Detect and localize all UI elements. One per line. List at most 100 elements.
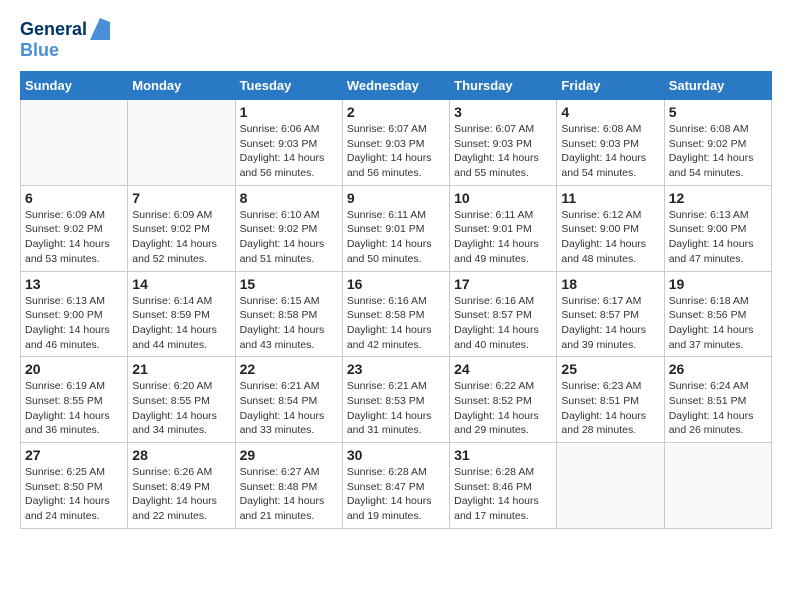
calendar-cell: 13 Sunrise: 6:13 AMSunset: 9:00 PMDayligh… xyxy=(21,271,128,357)
calendar-cell: 12 Sunrise: 6:13 AMSunset: 9:00 PMDayligh… xyxy=(664,185,771,271)
calendar-cell: 28 Sunrise: 6:26 AMSunset: 8:49 PMDayligh… xyxy=(128,443,235,529)
calendar-cell: 9 Sunrise: 6:11 AMSunset: 9:01 PMDaylight… xyxy=(342,185,449,271)
weekday-header-sunday: Sunday xyxy=(21,72,128,100)
day-info: Sunrise: 6:26 AMSunset: 8:49 PMDaylight:… xyxy=(132,465,230,524)
day-number: 7 xyxy=(132,190,230,206)
day-number: 10 xyxy=(454,190,552,206)
day-number: 14 xyxy=(132,276,230,292)
day-number: 9 xyxy=(347,190,445,206)
calendar-cell xyxy=(21,100,128,186)
weekday-header-tuesday: Tuesday xyxy=(235,72,342,100)
day-info: Sunrise: 6:16 AMSunset: 8:57 PMDaylight:… xyxy=(454,294,552,353)
day-number: 3 xyxy=(454,104,552,120)
day-info: Sunrise: 6:25 AMSunset: 8:50 PMDaylight:… xyxy=(25,465,123,524)
day-info: Sunrise: 6:24 AMSunset: 8:51 PMDaylight:… xyxy=(669,379,767,438)
calendar-cell: 2 Sunrise: 6:07 AMSunset: 9:03 PMDaylight… xyxy=(342,100,449,186)
calendar-cell: 31 Sunrise: 6:28 AMSunset: 8:46 PMDayligh… xyxy=(450,443,557,529)
day-info: Sunrise: 6:11 AMSunset: 9:01 PMDaylight:… xyxy=(454,208,552,267)
calendar-cell: 8Sunrise: 6:10 AMSunset: 9:02 PMDaylight… xyxy=(235,185,342,271)
day-info: Sunrise: 6:21 AMSunset: 8:54 PMDaylight:… xyxy=(240,379,338,438)
weekday-header-row: SundayMondayTuesdayWednesdayThursdayFrid… xyxy=(21,72,772,100)
calendar-cell: 27 Sunrise: 6:25 AMSunset: 8:50 PMDayligh… xyxy=(21,443,128,529)
day-info: Sunrise: 6:06 AMSunset: 9:03 PMDaylight:… xyxy=(240,122,338,181)
day-info: Sunrise: 6:11 AMSunset: 9:01 PMDaylight:… xyxy=(347,208,445,267)
weekday-header-thursday: Thursday xyxy=(450,72,557,100)
calendar-cell: 6 Sunrise: 6:09 AMSunset: 9:02 PMDaylight… xyxy=(21,185,128,271)
day-number: 19 xyxy=(669,276,767,292)
calendar-table: SundayMondayTuesdayWednesdayThursdayFrid… xyxy=(20,71,772,529)
day-info: Sunrise: 6:15 AMSunset: 8:58 PMDaylight:… xyxy=(240,294,338,353)
calendar-week-row: 27 Sunrise: 6:25 AMSunset: 8:50 PMDayligh… xyxy=(21,443,772,529)
day-info: Sunrise: 6:22 AMSunset: 8:52 PMDaylight:… xyxy=(454,379,552,438)
logo: General Blue xyxy=(20,20,110,61)
day-info: Sunrise: 6:21 AMSunset: 8:53 PMDaylight:… xyxy=(347,379,445,438)
day-info: Sunrise: 6:17 AMSunset: 8:57 PMDaylight:… xyxy=(561,294,659,353)
day-number: 16 xyxy=(347,276,445,292)
calendar-cell: 18 Sunrise: 6:17 AMSunset: 8:57 PMDayligh… xyxy=(557,271,664,357)
day-number: 30 xyxy=(347,447,445,463)
calendar-cell: 11Sunrise: 6:12 AMSunset: 9:00 PMDayligh… xyxy=(557,185,664,271)
day-info: Sunrise: 6:08 AMSunset: 9:02 PMDaylight:… xyxy=(669,122,767,181)
day-info: Sunrise: 6:07 AMSunset: 9:03 PMDaylight:… xyxy=(454,122,552,181)
day-info: Sunrise: 6:07 AMSunset: 9:03 PMDaylight:… xyxy=(347,122,445,181)
day-info: Sunrise: 6:14 AMSunset: 8:59 PMDaylight:… xyxy=(132,294,230,353)
day-number: 4 xyxy=(561,104,659,120)
calendar-cell: 5Sunrise: 6:08 AMSunset: 9:02 PMDaylight… xyxy=(664,100,771,186)
day-info: Sunrise: 6:08 AMSunset: 9:03 PMDaylight:… xyxy=(561,122,659,181)
calendar-cell: 1 Sunrise: 6:06 AMSunset: 9:03 PMDaylight… xyxy=(235,100,342,186)
day-number: 24 xyxy=(454,361,552,377)
day-number: 28 xyxy=(132,447,230,463)
calendar-cell: 20 Sunrise: 6:19 AMSunset: 8:55 PMDayligh… xyxy=(21,357,128,443)
weekday-header-wednesday: Wednesday xyxy=(342,72,449,100)
calendar-cell: 19 Sunrise: 6:18 AMSunset: 8:56 PMDayligh… xyxy=(664,271,771,357)
calendar-cell: 15 Sunrise: 6:15 AMSunset: 8:58 PMDayligh… xyxy=(235,271,342,357)
day-info: Sunrise: 6:28 AMSunset: 8:46 PMDaylight:… xyxy=(454,465,552,524)
calendar-cell: 17Sunrise: 6:16 AMSunset: 8:57 PMDayligh… xyxy=(450,271,557,357)
day-number: 31 xyxy=(454,447,552,463)
calendar-week-row: 1 Sunrise: 6:06 AMSunset: 9:03 PMDaylight… xyxy=(21,100,772,186)
day-number: 11 xyxy=(561,190,659,206)
day-number: 6 xyxy=(25,190,123,206)
day-info: Sunrise: 6:19 AMSunset: 8:55 PMDaylight:… xyxy=(25,379,123,438)
calendar-cell: 30 Sunrise: 6:28 AMSunset: 8:47 PMDayligh… xyxy=(342,443,449,529)
calendar-week-row: 6 Sunrise: 6:09 AMSunset: 9:02 PMDaylight… xyxy=(21,185,772,271)
day-number: 2 xyxy=(347,104,445,120)
calendar-cell: 21Sunrise: 6:20 AMSunset: 8:55 PMDayligh… xyxy=(128,357,235,443)
day-info: Sunrise: 6:28 AMSunset: 8:47 PMDaylight:… xyxy=(347,465,445,524)
day-info: Sunrise: 6:13 AMSunset: 9:00 PMDaylight:… xyxy=(669,208,767,267)
day-number: 27 xyxy=(25,447,123,463)
day-number: 26 xyxy=(669,361,767,377)
calendar-cell: 25Sunrise: 6:23 AMSunset: 8:51 PMDayligh… xyxy=(557,357,664,443)
day-number: 29 xyxy=(240,447,338,463)
calendar-cell: 7 Sunrise: 6:09 AMSunset: 9:02 PMDaylight… xyxy=(128,185,235,271)
day-info: Sunrise: 6:10 AMSunset: 9:02 PMDaylight:… xyxy=(240,208,338,267)
calendar-cell: 24 Sunrise: 6:22 AMSunset: 8:52 PMDayligh… xyxy=(450,357,557,443)
weekday-header-saturday: Saturday xyxy=(664,72,771,100)
calendar-cell: 22 Sunrise: 6:21 AMSunset: 8:54 PMDayligh… xyxy=(235,357,342,443)
weekday-header-friday: Friday xyxy=(557,72,664,100)
calendar-cell: 16 Sunrise: 6:16 AMSunset: 8:58 PMDayligh… xyxy=(342,271,449,357)
calendar-cell xyxy=(128,100,235,186)
logo-text-general: General xyxy=(20,20,87,40)
calendar-cell xyxy=(557,443,664,529)
logo-text-blue: Blue xyxy=(20,40,59,61)
day-info: Sunrise: 6:18 AMSunset: 8:56 PMDaylight:… xyxy=(669,294,767,353)
day-info: Sunrise: 6:09 AMSunset: 9:02 PMDaylight:… xyxy=(132,208,230,267)
calendar-week-row: 20 Sunrise: 6:19 AMSunset: 8:55 PMDayligh… xyxy=(21,357,772,443)
day-number: 18 xyxy=(561,276,659,292)
day-info: Sunrise: 6:16 AMSunset: 8:58 PMDaylight:… xyxy=(347,294,445,353)
calendar-cell: 29 Sunrise: 6:27 AMSunset: 8:48 PMDayligh… xyxy=(235,443,342,529)
calendar-cell: 26 Sunrise: 6:24 AMSunset: 8:51 PMDayligh… xyxy=(664,357,771,443)
day-info: Sunrise: 6:13 AMSunset: 9:00 PMDaylight:… xyxy=(25,294,123,353)
page-header: General Blue xyxy=(20,20,772,61)
day-number: 23 xyxy=(347,361,445,377)
day-number: 22 xyxy=(240,361,338,377)
day-number: 1 xyxy=(240,104,338,120)
day-number: 13 xyxy=(25,276,123,292)
day-number: 20 xyxy=(25,361,123,377)
day-info: Sunrise: 6:09 AMSunset: 9:02 PMDaylight:… xyxy=(25,208,123,267)
day-number: 12 xyxy=(669,190,767,206)
day-info: Sunrise: 6:23 AMSunset: 8:51 PMDaylight:… xyxy=(561,379,659,438)
day-number: 15 xyxy=(240,276,338,292)
day-info: Sunrise: 6:27 AMSunset: 8:48 PMDaylight:… xyxy=(240,465,338,524)
